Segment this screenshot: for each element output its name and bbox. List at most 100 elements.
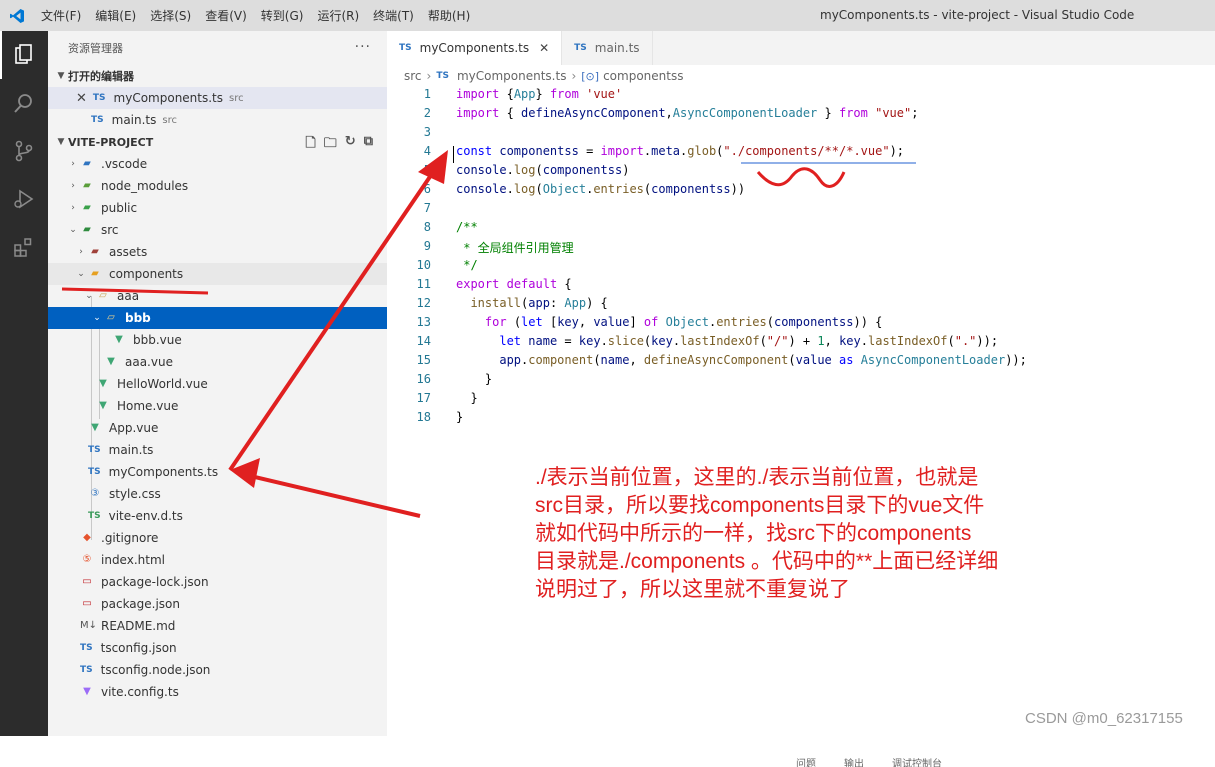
line-number: 6 — [423, 182, 431, 196]
tree-label: myComponents.ts — [108, 465, 219, 479]
tree-file[interactable]: ▼ Home.vue — [48, 395, 387, 417]
panel-tab-problems[interactable]: 问题 — [796, 755, 816, 767]
project-section[interactable]: ▼ VITE-PROJECT 🗋 🗀 ↻ ⧉ — [48, 131, 387, 153]
tree-file[interactable]: ▭ package.json — [48, 593, 387, 615]
tree-file[interactable]: TS tsconfig.json — [48, 637, 387, 659]
chevron-right-icon: › — [79, 247, 83, 257]
tree-folder[interactable]: ⌄ ▰ src — [48, 219, 387, 241]
tree-folder[interactable]: › ▰ public — [48, 197, 387, 219]
npm-file-icon: ▭ — [82, 576, 92, 587]
chevron-down-icon: ⌄ — [93, 313, 101, 323]
menu-help[interactable]: 帮助(H) — [421, 7, 477, 24]
typescript-file-icon: TS — [92, 93, 106, 103]
tree-file[interactable]: ▼ bbb.vue — [48, 329, 387, 351]
tree-label: style.css — [109, 487, 161, 501]
menu-terminal[interactable]: 终端(T) — [366, 7, 421, 24]
tree-folder[interactable]: ⌄ ▱ bbb — [48, 307, 387, 329]
open-editor-label: myComponents.ts — [113, 91, 224, 105]
menu-go[interactable]: 转到(G) — [254, 7, 311, 24]
source-control-icon[interactable] — [0, 127, 48, 175]
tree-label: public — [101, 201, 138, 215]
run-debug-icon[interactable] — [0, 175, 48, 223]
tree-label: main.ts — [108, 443, 154, 457]
menu-run[interactable]: 运行(R) — [310, 7, 366, 24]
code-line: install(app: App) { — [470, 296, 608, 310]
close-icon[interactable]: ✕ — [76, 91, 87, 106]
panel-tab-debug-console[interactable]: 调试控制台 — [892, 755, 942, 767]
tree-file[interactable]: ⑤ index.html — [48, 549, 387, 571]
breadcrumb-item[interactable]: myComponents.ts — [457, 69, 566, 83]
tab-mycomponents[interactable]: TS myComponents.ts ✕ — [387, 31, 563, 65]
tree-label: package-lock.json — [101, 575, 209, 589]
chevron-down-icon: ⌄ — [85, 291, 93, 301]
breadcrumb-item[interactable]: componentss — [603, 69, 683, 83]
line-number: 4 — [423, 144, 431, 158]
vue-file-icon: ▼ — [107, 356, 115, 367]
tree-label: index.html — [101, 553, 165, 567]
line-number: 11 — [416, 277, 431, 291]
line-number: 9 — [423, 239, 431, 253]
tree-folder[interactable]: ⌄ ▰ components — [48, 263, 387, 285]
tree-folder[interactable]: › ▰ node_modules — [48, 175, 387, 197]
tree-file[interactable]: ▼ HelloWorld.vue — [48, 373, 387, 395]
menu-view[interactable]: 查看(V) — [198, 7, 254, 24]
tree-file[interactable]: TS main.ts — [48, 439, 387, 461]
line-number: 5 — [423, 163, 431, 177]
typescript-file-icon: TS — [399, 43, 412, 53]
tree-file[interactable]: ▼ aaa.vue — [48, 351, 387, 373]
explorer-icon[interactable] — [0, 31, 48, 79]
line-number: 7 — [423, 201, 431, 215]
tree-file[interactable]: ◆ .gitignore — [48, 527, 387, 549]
code-line: let name = key.slice(key.lastIndexOf("/"… — [499, 334, 999, 348]
tree-file[interactable]: TS vite-env.d.ts — [48, 505, 387, 527]
tree-folder[interactable]: › ▰ .vscode — [48, 153, 387, 175]
open-editor-label: main.ts — [111, 113, 157, 127]
markdown-file-icon: M↓ — [80, 620, 98, 631]
typescript-file-icon: TS — [574, 43, 587, 53]
search-icon[interactable] — [0, 79, 48, 127]
line-number: 10 — [416, 258, 431, 272]
typescript-def-icon: TS — [88, 511, 101, 521]
open-editor-item[interactable]: TS main.ts src — [48, 109, 387, 131]
tab-main[interactable]: TS main.ts — [562, 31, 653, 65]
tree-file[interactable]: ▼ App.vue — [48, 417, 387, 439]
tree-label: .gitignore — [101, 531, 159, 545]
menu-file[interactable]: 文件(F) — [34, 7, 88, 24]
tree-label: App.vue — [109, 421, 159, 435]
code-line: import {App} from 'vue' — [456, 87, 623, 101]
open-editors-section[interactable]: ▼ 打开的编辑器 — [48, 65, 387, 87]
chevron-right-icon: › — [71, 203, 75, 213]
tree-file[interactable]: TS tsconfig.node.json — [48, 659, 387, 681]
tree-label: vite.config.ts — [101, 685, 179, 699]
tree-label: bbb.vue — [133, 333, 182, 347]
tree-file[interactable]: ▼ vite.config.ts — [48, 681, 387, 703]
menu-edit[interactable]: 编辑(E) — [88, 7, 143, 24]
open-editor-item[interactable]: ✕ TS myComponents.ts src — [48, 87, 387, 109]
tree-file[interactable]: ▭ package-lock.json — [48, 571, 387, 593]
typescript-file-icon: TS — [88, 445, 101, 455]
close-icon[interactable]: ✕ — [539, 41, 549, 55]
tree-folder[interactable]: ⌄ ▱ aaa — [48, 285, 387, 307]
project-title: VITE-PROJECT — [68, 135, 154, 149]
annotation-line: 目录就是./components 。代码中的**上面已经详细 — [535, 550, 999, 573]
tab-label: myComponents.ts — [419, 41, 530, 55]
css-file-icon: ③ — [90, 488, 100, 499]
tree-file[interactable]: M↓ README.md — [48, 615, 387, 637]
code-line: for (let [key, value] of Object.entries(… — [484, 315, 883, 329]
tree-label: vite-env.d.ts — [108, 509, 183, 523]
panel-tab-output[interactable]: 输出 — [844, 755, 864, 767]
tree-label: tsconfig.node.json — [100, 663, 211, 677]
more-actions-icon[interactable]: ··· — [355, 39, 371, 55]
tree-label: aaa — [117, 289, 140, 303]
git-file-icon: ◆ — [83, 532, 91, 543]
tree-file[interactable]: TS myComponents.ts — [48, 461, 387, 483]
tree-folder[interactable]: › ▰ assets — [48, 241, 387, 263]
breadcrumb-item[interactable]: src — [404, 69, 422, 83]
code-line: } — [456, 410, 464, 424]
extensions-icon[interactable] — [0, 223, 48, 271]
text-cursor — [453, 146, 454, 163]
tree-file[interactable]: ③ style.css — [48, 483, 387, 505]
chevron-right-icon: › — [71, 159, 75, 169]
menu-selection[interactable]: 选择(S) — [143, 7, 198, 24]
node-folder-icon: ▰ — [83, 180, 91, 191]
